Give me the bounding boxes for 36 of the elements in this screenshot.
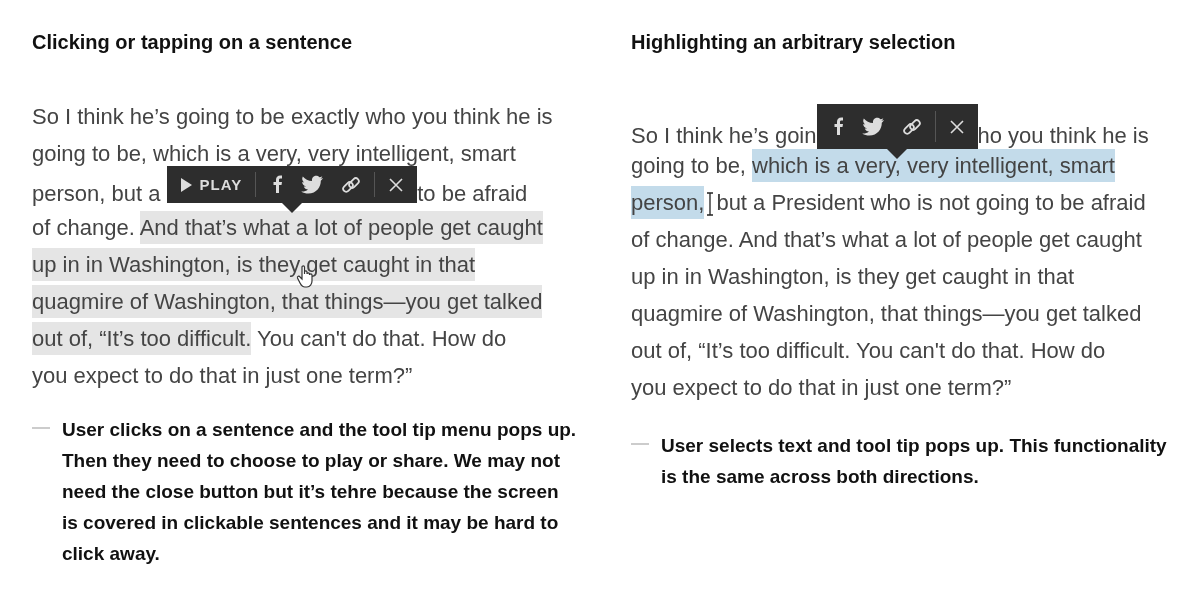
selected-text[interactable]: person, (631, 186, 705, 219)
close-icon (388, 176, 405, 193)
body-text: you expect to do that in just one term?” (32, 362, 413, 390)
section-heading: Clicking or tapping on a sentence (32, 30, 354, 55)
body-text: you expect to do that in just one term?” (631, 374, 1012, 402)
body-text: going to be, which is a very, very intelligent, smart (32, 140, 516, 168)
body-text: So I think he’s goin (631, 122, 817, 151)
link-icon (341, 175, 362, 194)
body-text: going to be, (631, 152, 747, 180)
caption-text: User clicks on a sentence and the tool tip menu pops up. Then they need to choose to play or share. We may not need the close button but it’s tehre because the screen is covered in clickable sentences and it may be hard to click away. (62, 418, 577, 566)
body-text: You can't do that. How do (256, 325, 507, 353)
highlighted-sentence[interactable]: out of, “It’s too difficult. (32, 322, 252, 355)
body-text: of change. And that’s what a lot of people get caught (631, 226, 1142, 254)
body-text: to be afraid (417, 180, 528, 209)
twitter-icon (301, 175, 324, 194)
play-icon (179, 176, 193, 193)
caption-text: User selects text and tool tip pops up. This functionality is the same across both directions. (661, 434, 1168, 489)
highlighted-sentence[interactable]: get caught in that (306, 248, 476, 281)
highlighted-sentence[interactable]: quagmire of Washington, that things—you get talked (32, 285, 543, 318)
body-text: of change. (32, 214, 136, 242)
body-text: quagmire of Washington, that things—you get talked (631, 300, 1142, 328)
body-text: out of, “It’s too difficult. You can't do that. How do (631, 337, 1106, 365)
play-button[interactable]: PLAY (170, 166, 252, 203)
link-icon (901, 117, 922, 136)
body-text: ho you think he is (977, 122, 1149, 151)
body-text: up in in Washington, is they get caught in that (631, 263, 1075, 291)
highlighted-sentence[interactable]: And that’s what a lot of people get caught (139, 211, 543, 244)
highlighted-sentence[interactable]: up in in Washington, is they (32, 248, 307, 281)
twitter-icon (861, 117, 884, 136)
section-heading: Highlighting an arbitrary selection (631, 30, 957, 55)
text-cursor-icon (706, 192, 715, 217)
selected-text[interactable]: which is a very, very intelligent, smart (752, 149, 1115, 182)
close-icon (948, 118, 965, 135)
body-text: So I think he’s going to be exactly who you think he is (32, 103, 553, 131)
body-text: person, but a (32, 180, 162, 209)
body-text: but a President who is not going to be afraid (716, 189, 1146, 217)
